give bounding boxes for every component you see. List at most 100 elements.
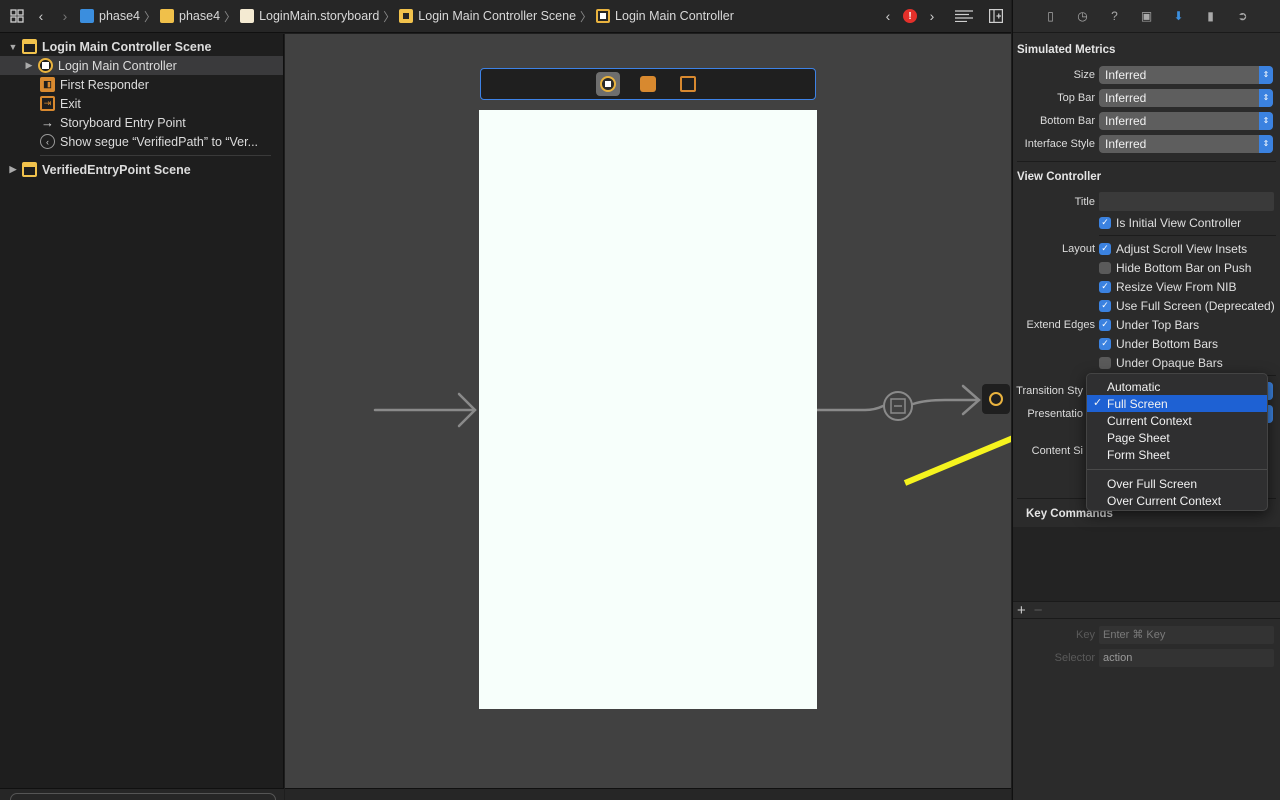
title-field[interactable] [1099,192,1274,211]
menu-separator [1087,469,1267,470]
initial-vc-checkbox[interactable]: ✓ [1099,216,1111,229]
forward-chevron-icon[interactable]: › [56,7,74,25]
outline-scene-login[interactable]: ▼ Login Main Controller Scene [0,37,283,56]
next-scene-icon[interactable] [982,384,1010,414]
field-label: Presentatio [1027,407,1083,420]
menu-item-automatic[interactable]: Automatic [1087,378,1267,395]
segue-badge-icon [883,391,913,421]
view-controller-view[interactable] [479,110,817,709]
outline-scene-label: Login Main Controller Scene [42,39,212,54]
field-label: Interface Style [1024,137,1095,150]
interface-style-row: Interface Style Inferred ⇕ [1013,132,1280,155]
breadcrumb-separator: 〉 [224,9,237,24]
checkbox-label: Resize View From NIB [1116,279,1237,294]
key-commands-list[interactable] [1013,527,1280,601]
dock-view-controller-button[interactable] [596,72,620,96]
editor-options-icon[interactable] [955,7,973,25]
outline-scene-verified[interactable]: ▶ VerifiedEntryPoint Scene [0,160,283,179]
history-inspector-icon[interactable]: ◷ [1074,8,1091,25]
hide-bottom-bar-checkbox[interactable] [1099,261,1111,274]
disclosure-closed-icon[interactable]: ▶ [24,60,34,71]
prev-issue-chevron-icon[interactable]: ‹ [879,7,897,25]
connections-inspector-icon[interactable]: ➲ [1234,8,1251,25]
breadcrumb-project[interactable]: phase4 [99,9,140,23]
project-icon [80,9,94,23]
field-label: Transition Sty [1016,384,1083,397]
top-bar-row: Top Bar Inferred ⇕ [1013,86,1280,109]
breadcrumb-controller[interactable]: Login Main Controller [615,9,734,23]
remove-icon[interactable]: − [1034,602,1043,619]
menu-item-label: Page Sheet [1107,430,1170,445]
storyboard-canvas[interactable] [285,34,1011,800]
error-icon[interactable]: ! [903,9,917,23]
outline-item-login-main-controller[interactable]: ▶ Login Main Controller [0,56,283,75]
bottom-bar-popup[interactable]: Inferred ⇕ [1099,111,1273,130]
checkbox-label: Under Bottom Bars [1116,336,1219,351]
file-inspector-icon[interactable]: ▯ [1042,8,1059,25]
adjust-scroll-insets-checkbox[interactable]: ✓ [1099,242,1111,255]
popup-value: Inferred [1105,113,1147,128]
jump-bar: ‹ › phase4 〉 phase4 〉 LoginMain.storyboa… [0,0,1011,33]
outline-item-entry-point[interactable]: → Storyboard Entry Point [0,113,283,132]
next-issue-chevron-icon[interactable]: › [923,7,941,25]
breadcrumb-separator: 〉 [383,9,396,24]
filter-field[interactable] [10,793,276,800]
related-items-icon[interactable] [8,7,26,25]
under-opaque-bars-checkbox[interactable] [1099,356,1111,369]
help-inspector-icon[interactable]: ? [1106,8,1123,25]
popup-stepper-icon: ⇕ [1259,111,1273,130]
checkmark-icon: ✓ [1093,397,1103,409]
menu-item-over-full-screen[interactable]: Over Full Screen [1087,475,1267,492]
key-field[interactable]: Enter ⌘ Key [1099,625,1274,644]
outline-item-first-responder[interactable]: ◧ First Responder [0,75,283,94]
dock-first-responder-button[interactable] [636,72,660,96]
menu-item-full-screen[interactable]: ✓ Full Screen [1087,395,1267,412]
exit-icon: ⇥ [40,96,55,111]
dock-exit-button[interactable] [676,72,700,96]
attributes-inspector-icon[interactable]: ⬇ [1170,8,1187,25]
menu-item-over-current-context[interactable]: Over Current Context [1087,492,1267,509]
outline-item-label: Exit [60,96,81,111]
menu-item-page-sheet[interactable]: Page Sheet [1087,429,1267,446]
checkbox-label: Under Opaque Bars [1116,355,1223,370]
add-icon[interactable]: + [1017,602,1026,619]
breadcrumb-scene[interactable]: Login Main Controller Scene [418,9,576,23]
menu-item-label: Automatic [1107,379,1161,394]
section-title: Simulated Metrics [1017,44,1116,56]
popup-value: Inferred [1105,90,1147,105]
resize-from-nib-checkbox[interactable]: ✓ [1099,280,1111,293]
disclosure-closed-icon[interactable]: ▶ [8,164,18,175]
add-editor-icon[interactable] [987,7,1005,25]
back-chevron-icon[interactable]: ‹ [32,7,50,25]
field-label: Top Bar [1057,91,1095,104]
bottom-bar-row: Bottom Bar Inferred ⇕ [1013,109,1280,132]
top-bar-popup[interactable]: Inferred ⇕ [1099,88,1273,107]
first-responder-cube-icon: ◧ [40,77,55,92]
presentation-menu: Automatic ✓ Full Screen Current Context P… [1086,373,1268,511]
initial-vc-row: ✓ Is Initial View Controller [1013,213,1280,232]
interface-style-popup[interactable]: Inferred ⇕ [1099,134,1273,153]
selector-field[interactable]: action [1099,648,1274,667]
use-full-screen-checkbox[interactable]: ✓ [1099,299,1111,312]
view-controller-icon [600,76,616,92]
menu-item-form-sheet[interactable]: Form Sheet [1087,446,1267,463]
breadcrumb-folder[interactable]: phase4 [179,9,220,23]
under-top-bars-checkbox[interactable]: ✓ [1099,318,1111,331]
identity-inspector-icon[interactable]: ▣ [1138,8,1155,25]
field-label: Selector [1054,651,1095,664]
menu-item-current-context[interactable]: Current Context [1087,412,1267,429]
checkbox-label: Under Top Bars [1116,317,1200,332]
field-label: Content Si [1031,444,1083,457]
outline-item-segue[interactable]: ‹ Show segue “VerifiedPath” to “Ver... [0,132,283,151]
outline-item-exit[interactable]: ⇥ Exit [0,94,283,113]
breadcrumb-file[interactable]: LoginMain.storyboard [259,9,379,23]
outline-item-label: Show segue “VerifiedPath” to “Ver... [60,134,259,149]
under-bottom-bars-checkbox[interactable]: ✓ [1099,337,1111,350]
checkbox-label: Hide Bottom Bar on Push [1116,260,1252,275]
key-row: Key Enter ⌘ Key [1013,623,1280,646]
disclosure-open-icon[interactable]: ▼ [8,42,18,52]
size-popup[interactable]: Inferred ⇕ [1099,65,1273,84]
size-inspector-icon[interactable]: ▮ [1202,8,1219,25]
outline-item-label: Login Main Controller [58,58,177,73]
field-label: Size [1073,68,1095,81]
